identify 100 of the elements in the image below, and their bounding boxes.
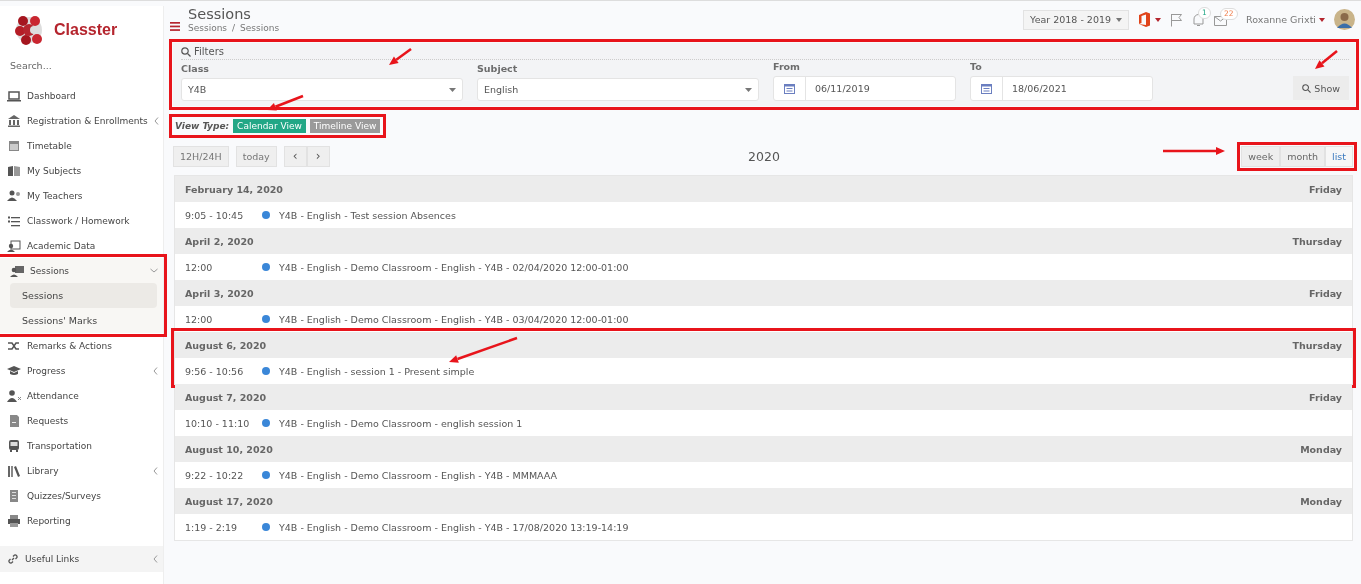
dropdown-caret-icon — [745, 87, 752, 92]
day-date: August 10, 2020 — [185, 443, 273, 455]
graduation-cap-icon — [7, 363, 21, 378]
event-title: Y4B - English - session 1 - Present simple — [279, 365, 475, 377]
event-row[interactable]: 1:19 - 2:19 Y4B - English - Demo Classroom - English - Y4B - 17/08/2020 13:19-14:19 — [175, 514, 1352, 540]
field-label: From — [773, 61, 801, 72]
caret-icon — [1155, 17, 1162, 22]
search-icon — [1302, 83, 1312, 93]
event-time: 12:00 — [185, 313, 214, 325]
printer-icon — [7, 513, 21, 528]
chevron-icon — [153, 116, 159, 125]
search-icon — [181, 46, 191, 57]
chevron-icon — [153, 366, 158, 375]
link-icon — [7, 553, 19, 565]
day-date: April 3, 2020 — [185, 287, 254, 299]
toolbar-button[interactable]: 12H/24H — [173, 145, 229, 167]
chevron-icon — [153, 466, 158, 475]
view-tab[interactable]: week — [1241, 145, 1281, 167]
year-dropdown[interactable]: Year 2018 - 2019 — [1023, 9, 1130, 30]
event-dot — [262, 211, 270, 219]
event-time: 9:05 - 10:45 — [185, 209, 245, 221]
event-row[interactable]: 9:56 - 10:56 Y4B - English - session 1 - Present simple — [175, 358, 1352, 384]
sidebar-item[interactable]: My Subjects — [0, 158, 163, 183]
event-row[interactable]: 12:00 Y4B - English - Demo Classroom - English - Y4B - 02/04/2020 12:00-01:00 — [175, 254, 1352, 280]
logo-icon — [14, 14, 44, 46]
calendar-icon — [981, 83, 992, 94]
field-label: To — [970, 61, 983, 72]
sidebar-item[interactable]: Attendance — [0, 383, 163, 408]
sidebar-item[interactable]: Requests — [0, 408, 163, 433]
person-icon — [7, 388, 21, 403]
event-row[interactable]: 9:05 - 10:45 Y4B - English - Test session Absences — [175, 202, 1352, 228]
event-dot — [262, 523, 270, 531]
day-weekday: Monday — [1300, 495, 1342, 507]
filters-title: Filters — [194, 46, 224, 57]
people-icon — [7, 188, 21, 203]
user-menu[interactable]: Roxanne Grixti — [1246, 14, 1325, 25]
view-tab[interactable]: month — [1280, 145, 1326, 167]
sidebar-item[interactable]: Progress — [0, 358, 163, 383]
day-weekday: Monday — [1300, 443, 1342, 455]
sidebar-item[interactable]: Transportation — [0, 433, 163, 458]
breadcrumb-separator: / — [232, 23, 236, 33]
chevron-icon — [153, 555, 158, 563]
page-title: Sessions — [188, 6, 252, 23]
office-icon[interactable] — [1138, 12, 1152, 27]
dropdown-caret-icon — [449, 87, 456, 92]
sidebar-item[interactable]: Sessions — [0, 258, 163, 283]
day-weekday: Friday — [1309, 287, 1342, 299]
bank-icon — [7, 113, 21, 128]
calendar-icon — [7, 138, 21, 153]
sidebar-item[interactable]: Reporting — [0, 508, 163, 533]
date-field[interactable]: 06/11/2019 — [773, 76, 956, 101]
menu-icon[interactable] — [170, 22, 180, 31]
breadcrumb-link[interactable]: Sessions — [240, 23, 280, 33]
sidebar-item[interactable]: Timetable — [0, 133, 163, 158]
view-tab[interactable]: list — [1325, 145, 1353, 167]
sidebar-item[interactable]: Registration & Enrollments — [0, 108, 163, 133]
day-date: February 14, 2020 — [185, 183, 283, 195]
day-date: April 2, 2020 — [185, 235, 254, 247]
sidebar-subitem[interactable]: Sessions — [10, 283, 157, 308]
toolbar-button[interactable]: today — [235, 145, 277, 167]
next-button[interactable]: › — [306, 145, 330, 167]
event-row[interactable]: 10:10 - 11:10 Y4B - English - Demo Classroom - english session 1 — [175, 410, 1352, 436]
event-time: 12:00 — [185, 261, 214, 273]
field-label: Subject — [477, 63, 519, 74]
event-title: Y4B - English - Demo Classroom - English - Y4B - 02/04/2020 12:00-01:00 — [279, 261, 629, 273]
search-field[interactable]: Search... — [0, 54, 160, 77]
select-field[interactable]: English — [477, 78, 759, 101]
bus-icon — [7, 438, 21, 453]
date-field[interactable]: 18/06/2021 — [970, 76, 1153, 101]
day-weekday: Thursday — [1292, 235, 1342, 247]
event-title: Y4B - English - Demo Classroom - English - Y4B - 17/08/2020 13:19-14:19 — [279, 521, 629, 533]
day-weekday: Friday — [1309, 183, 1342, 195]
presentation-icon — [10, 263, 24, 278]
previous-button[interactable]: ‹ — [283, 145, 307, 167]
sidebar-item[interactable]: Remarks & Actions — [0, 333, 163, 358]
sidebar-item[interactable]: Quizzes/Surveys — [0, 483, 163, 508]
caret-icon — [1116, 17, 1123, 22]
chevron-icon — [150, 268, 158, 273]
sidebar-item[interactable]: Classwork / Homework — [0, 208, 163, 233]
day-date: August 6, 2020 — [185, 339, 267, 351]
select-field[interactable]: Y4B — [181, 78, 463, 101]
event-time: 9:22 - 10:22 — [185, 469, 245, 481]
day-weekday: Thursday — [1292, 339, 1342, 351]
laptop-icon — [7, 88, 21, 103]
show-button[interactable]: Show — [1293, 76, 1349, 100]
sidebar-subitem[interactable]: Sessions' Marks — [10, 308, 157, 333]
breadcrumb-link[interactable]: Sessions — [188, 23, 228, 33]
flag-icon[interactable] — [1170, 12, 1184, 27]
event-title: Y4B - English - Demo Classroom - English - Y4B - MMMAAA — [279, 469, 558, 481]
event-time: 10:10 - 11:10 — [185, 417, 251, 429]
avatar[interactable] — [1334, 9, 1355, 30]
sidebar-item[interactable]: Library — [0, 458, 163, 483]
sidebar-item[interactable]: Useful Links — [0, 546, 163, 572]
sidebar-item[interactable]: Dashboard — [0, 83, 163, 108]
sidebar-item[interactable]: My Teachers — [0, 183, 163, 208]
presentation-icon — [7, 238, 21, 253]
event-dot — [262, 367, 270, 375]
sidebar-item[interactable]: Academic Data — [0, 233, 163, 258]
event-row[interactable]: 9:22 - 10:22 Y4B - English - Demo Classroom - English - Y4B - MMMAAA — [175, 462, 1352, 488]
event-title: Y4B - English - Demo Classroom - english session 1 — [279, 417, 523, 429]
